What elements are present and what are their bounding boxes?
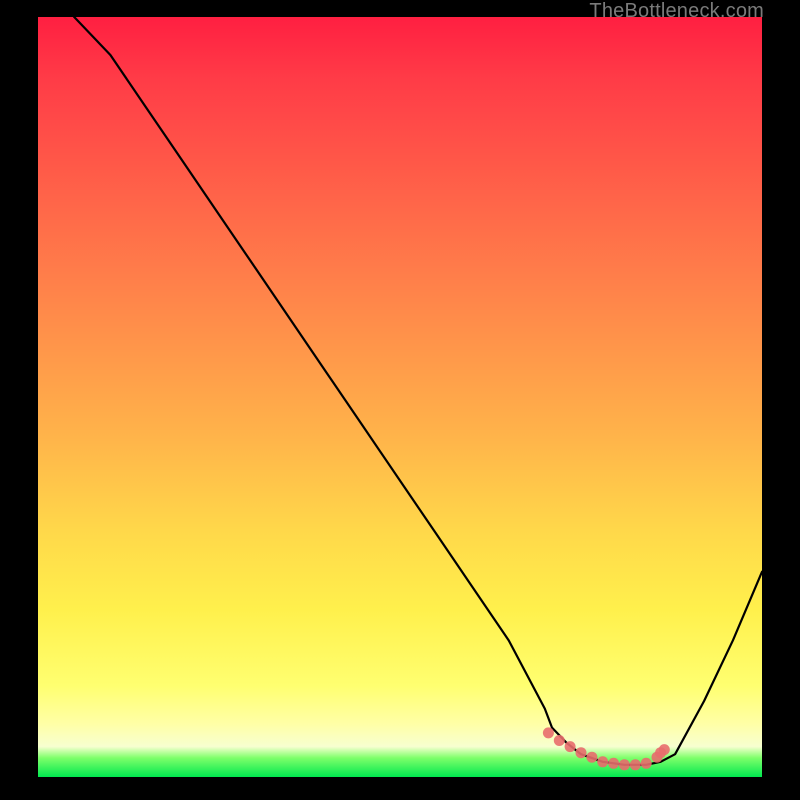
valley-marker	[543, 727, 554, 738]
valley-marker	[586, 752, 597, 763]
valley-marker	[565, 741, 576, 752]
valley-marker	[554, 735, 565, 746]
valley-marker	[641, 758, 652, 769]
curve-svg	[38, 17, 762, 777]
valley-marker	[597, 756, 608, 767]
plot-area	[38, 17, 762, 777]
valley-marker	[608, 758, 619, 769]
valley-marker	[576, 747, 587, 758]
valley-marker	[619, 759, 630, 770]
bottleneck-curve	[74, 17, 762, 765]
valley-marker	[659, 744, 670, 755]
valley-marker	[630, 759, 641, 770]
valley-markers	[543, 727, 670, 770]
chart-frame: TheBottleneck.com	[0, 0, 800, 800]
